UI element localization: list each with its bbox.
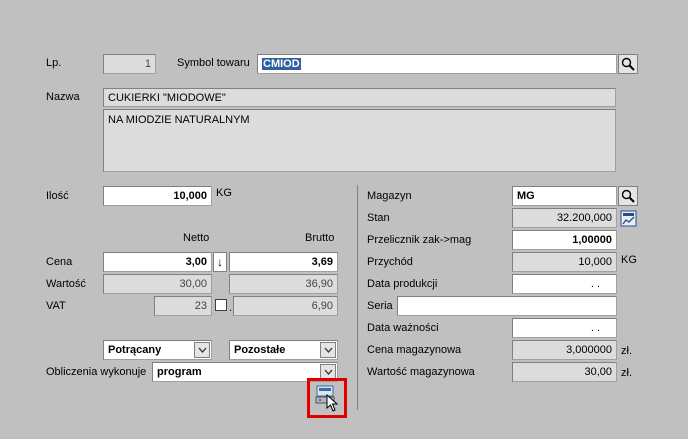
calculator-icon [620,210,637,227]
recalc-arrow-button[interactable]: ↓ [213,252,227,272]
wartosc-netto-field: 30,00 [103,274,212,294]
data-produkcji-label: Data produkcji [367,278,438,290]
przychod-unit: KG [621,254,637,266]
vat-checkbox[interactable] [215,299,227,311]
przelicznik-label: Przelicznik zak->mag [367,234,472,246]
cena-magazynowa-unit: zł. [621,345,632,357]
data-waznosci-label: Data ważności [367,322,439,334]
mouse-cursor-icon [326,394,339,412]
magazyn-label: Magazyn [367,190,412,202]
netto-header: Netto [183,232,210,244]
wartosc-label: Wartość [46,278,86,290]
obliczenia-value: program [157,366,202,378]
scanner-button[interactable] [313,384,339,412]
wartosc-brutto-field: 36,90 [229,274,338,294]
cena-brutto-input[interactable]: 3,69 [229,252,338,272]
section-divider [357,185,358,410]
data-produkcji-input[interactable]: . . [512,274,617,294]
stan-label: Stan [367,212,390,224]
ilosc-label: Ilość [46,190,69,202]
vat-value-field: 6,90 [233,296,338,316]
nazwa-label: Nazwa [46,91,80,103]
vat-dot: . [229,302,233,314]
lp-field: 1 [103,54,156,74]
chevron-down-icon [194,342,210,358]
seria-input[interactable] [397,296,617,316]
przelicznik-input[interactable]: 1,00000 [512,230,617,250]
potracany-select[interactable]: Potrącany [103,340,212,360]
search-icon [621,189,635,203]
symbol-value: CMIOD [262,58,301,70]
cena-magazynowa-label: Cena magazynowa [367,344,462,356]
data-waznosci-input[interactable]: . . [512,318,617,338]
description-field[interactable]: NA MIODZIE NATURALNYM [103,109,616,172]
vat-rate-field: 23 [154,296,212,316]
wartosc-magazynowa-unit: zł. [621,367,632,379]
pozostale-select[interactable]: Pozostałe [229,340,338,360]
nazwa-field[interactable]: CUKIERKI "MIODOWE" [103,88,616,107]
cena-label: Cena [46,256,73,268]
wartosc-magazynowa-field: 30,00 [512,362,617,382]
search-icon [621,57,635,71]
potracany-value: Potrącany [108,344,162,356]
przychod-field: 10,000 [512,252,617,272]
wartosc-magazynowa-label: Wartość magazynowa [367,366,475,378]
ilosc-unit: KG [216,187,232,199]
pozostale-value: Pozostałe [234,344,286,356]
symbol-input[interactable]: CMIOD [257,54,617,74]
cena-netto-input[interactable]: 3,00 [103,252,212,272]
vat-label: VAT [46,300,66,312]
brutto-header: Brutto [305,232,335,244]
cena-magazynowa-field: 3,000000 [512,340,617,360]
stan-field: 32.200,000 [512,208,617,228]
chevron-down-icon [320,342,336,358]
obliczenia-label: Obliczenia wykonuje [46,366,147,378]
magazyn-input[interactable]: MG [512,186,617,206]
symbol-label: Symbol towaru [177,57,250,69]
stan-details-button[interactable] [620,210,637,227]
magazyn-search-button[interactable] [618,186,638,206]
arrow-down-icon: ↓ [217,255,223,269]
ilosc-input[interactable]: 10,000 [103,186,212,206]
lp-label: Lp. [46,57,62,69]
przychod-label: Przychód [367,256,413,268]
seria-label: Seria [367,300,393,312]
symbol-search-button[interactable] [618,54,638,74]
